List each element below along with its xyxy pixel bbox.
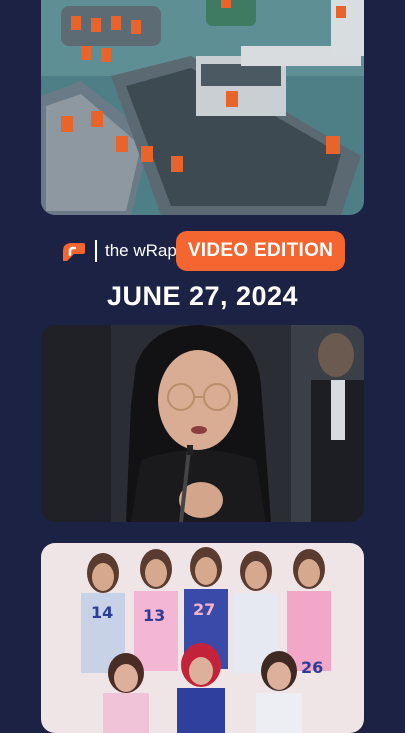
story-card-performers[interactable]: 14 27 26 13 bbox=[41, 543, 364, 733]
brand-divider bbox=[95, 240, 97, 262]
brand-header: the wRap VIDEO EDITION bbox=[0, 229, 405, 271]
story-card-hearing[interactable] bbox=[41, 325, 364, 522]
girl-group-performers-photo: 14 27 26 13 bbox=[41, 543, 364, 733]
story-card-boats[interactable] bbox=[41, 0, 364, 215]
svg-text:14: 14 bbox=[91, 603, 113, 622]
rappler-logo-icon bbox=[63, 243, 85, 261]
episode-date: JUNE 27, 2024 bbox=[106, 281, 299, 311]
svg-text:13: 13 bbox=[143, 606, 165, 625]
show-name: the wRap bbox=[105, 241, 177, 260]
video-edition-badge: VIDEO EDITION bbox=[176, 231, 345, 271]
svg-text:27: 27 bbox=[193, 600, 215, 619]
coast-guard-boats-photo bbox=[41, 0, 364, 215]
senate-hearing-photo bbox=[41, 325, 364, 522]
svg-text:26: 26 bbox=[301, 658, 323, 677]
